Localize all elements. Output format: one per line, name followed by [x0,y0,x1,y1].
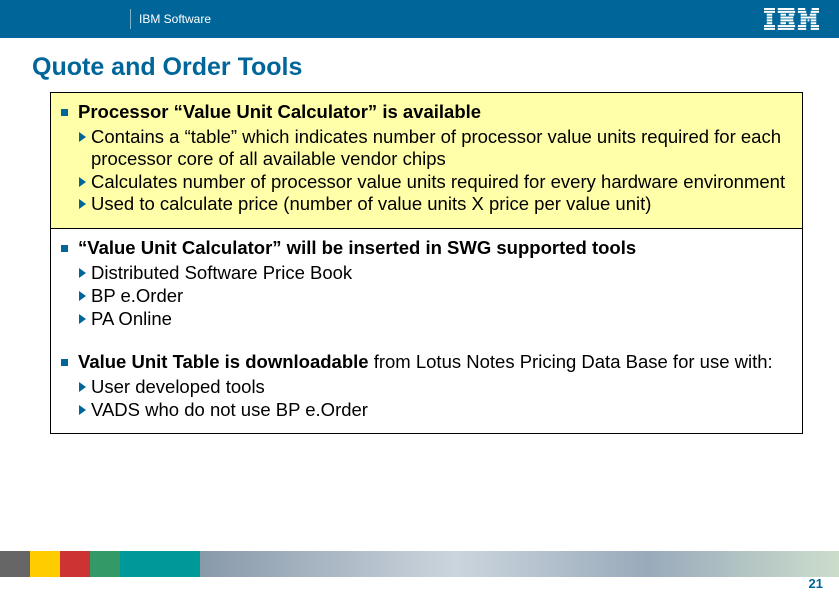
wedge-bullet-icon [78,197,88,211]
slide-header: IBM Software [0,0,839,38]
sub-text: VADS who do not use BP e.Order [91,399,368,421]
square-bullet-icon [61,245,68,252]
wedge-bullet-icon [78,312,88,326]
bullet-level2: BP e.Order [78,285,788,307]
heading-bold: “Value Unit Calculator” will be inserted… [78,237,636,258]
sub-text: User developed tools [91,376,265,398]
content-box-3: Value Unit Table is downloadable from Lo… [50,343,803,435]
heading-bold: Processor “Value Unit Calculator” is ava… [78,101,481,122]
sub-text: Calculates number of processor value uni… [91,171,785,193]
heading-rest: from Lotus Notes Pricing Data Base for u… [369,351,773,372]
content-box-1: Processor “Value Unit Calculator” is ava… [50,92,803,229]
content-box-2: “Value Unit Calculator” will be inserted… [50,229,803,342]
sub-text: Contains a “table” which indicates numbe… [91,126,788,170]
sub-text: BP e.Order [91,285,183,307]
bullet-level2: Used to calculate price (number of value… [78,193,788,215]
bullet-level2: Contains a “table” which indicates numbe… [78,126,788,170]
wedge-bullet-icon [78,266,88,280]
wedge-bullet-icon [78,403,88,417]
footer-color-block [0,551,30,577]
ibm-logo-icon [764,8,819,30]
footer-color-block [120,551,200,577]
wedge-bullet-icon [78,380,88,394]
footer-bar [0,551,839,577]
heading-bold: Value Unit Table is downloadable [78,351,369,372]
slide-title: Quote and Order Tools [0,38,839,92]
bullet-level2: User developed tools [78,376,788,398]
footer-color-block [30,551,60,577]
bullet-level1: Value Unit Table is downloadable from Lo… [61,351,788,373]
page-number: 21 [809,576,823,591]
wedge-bullet-icon [78,130,88,144]
sub-text: Distributed Software Price Book [91,262,352,284]
footer-color-block [60,551,90,577]
bullet-level2: Calculates number of processor value uni… [78,171,788,193]
bullet-level2: PA Online [78,308,788,330]
bullet-level1: Processor “Value Unit Calculator” is ava… [61,101,788,123]
square-bullet-icon [61,109,68,116]
bullet-level2: Distributed Software Price Book [78,262,788,284]
sub-text: Used to calculate price (number of value… [91,193,651,215]
footer-image-strip [200,551,839,577]
wedge-bullet-icon [78,289,88,303]
sub-text: PA Online [91,308,172,330]
bullet-level1: “Value Unit Calculator” will be inserted… [61,237,788,259]
square-bullet-icon [61,359,68,366]
wedge-bullet-icon [78,175,88,189]
footer-color-block [90,551,120,577]
bullet-level2: VADS who do not use BP e.Order [78,399,788,421]
header-label: IBM Software [130,9,221,29]
